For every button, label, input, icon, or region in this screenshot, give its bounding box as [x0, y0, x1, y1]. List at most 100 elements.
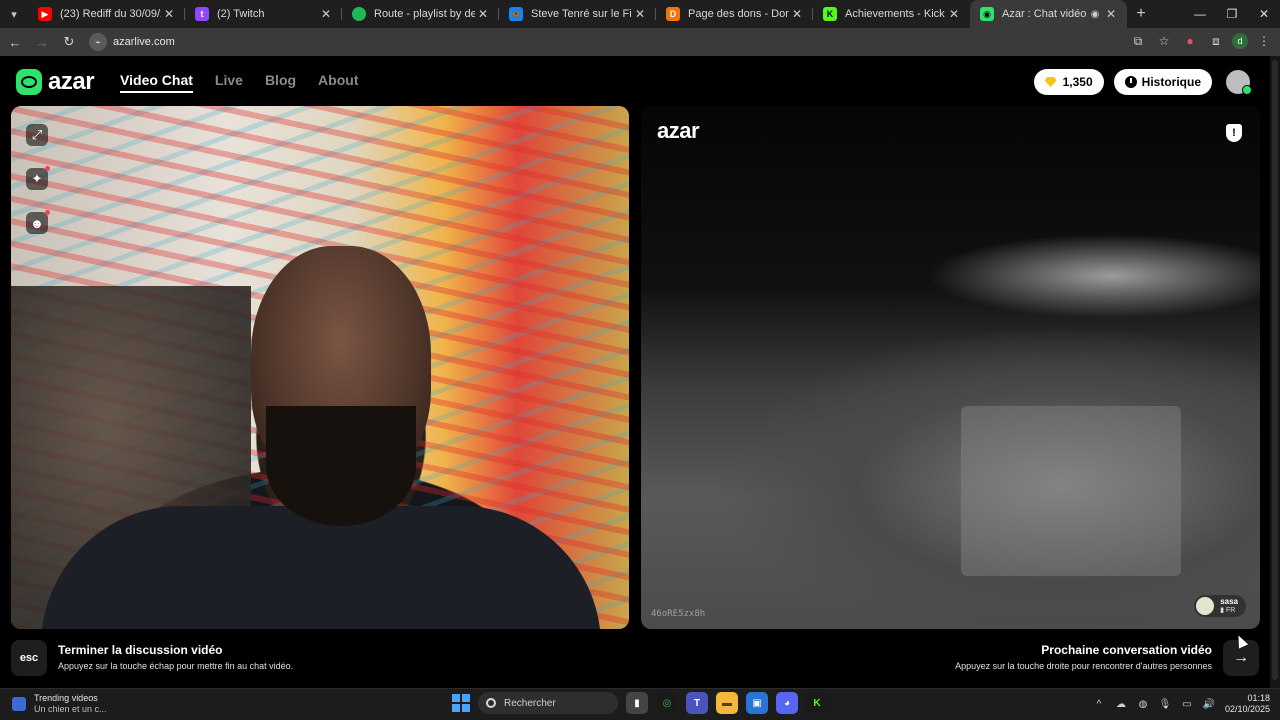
- search-icon: [486, 698, 496, 708]
- file-explorer-icon[interactable]: ▬: [716, 692, 738, 714]
- next-chat-subtitle: Appuyez sur la touche droite pour rencon…: [955, 661, 1212, 671]
- youtube-icon: ▶: [38, 7, 52, 21]
- tab-azar[interactable]: ◉ Azar : Chat vidéo avec de n ◉ ✕: [970, 0, 1127, 28]
- history-button[interactable]: Historique: [1113, 69, 1212, 95]
- recording-icon: ◉: [1090, 8, 1100, 20]
- nav-video-chat[interactable]: Video Chat: [120, 72, 193, 93]
- task-view-icon[interactable]: ▮: [626, 692, 648, 714]
- report-shield-icon[interactable]: !: [1226, 124, 1242, 142]
- microphone-icon[interactable]: 🎙: [1159, 698, 1172, 710]
- tab-title: (2) Twitch: [217, 8, 265, 20]
- scrollbar-thumb[interactable]: [1272, 60, 1278, 680]
- tab-donationalerts[interactable]: D Page des dons - DonationAlerts ✕: [656, 0, 813, 28]
- tab-title: Route - playlist by decoy | Spoti: [374, 8, 475, 20]
- tab-youtube[interactable]: ▶ (23) Rediff du 30/09/25 - Un co ✕: [28, 0, 185, 28]
- windows-start-icon[interactable]: [452, 694, 470, 712]
- bluesky-icon: 🦋: [509, 7, 523, 21]
- next-chat-title: Prochaine conversation vidéo: [1041, 643, 1212, 657]
- window-controls: — ❐ ✕: [1184, 0, 1280, 28]
- close-icon[interactable]: ✕: [1103, 7, 1119, 21]
- display-icon[interactable]: ▭: [1181, 698, 1193, 710]
- tab-title: Steve Tenré sur le Figaro: [531, 8, 632, 20]
- extension-icon[interactable]: ●: [1180, 30, 1200, 52]
- url-text: azarlive.com: [113, 36, 175, 48]
- toolbar-actions: ⧉ ☆ ● ⧈ d ⋮: [1128, 30, 1274, 52]
- partner-id: 46oRE5zx8h: [651, 609, 706, 619]
- azar-icon: ◉: [980, 7, 994, 21]
- close-icon[interactable]: ✕: [946, 7, 962, 21]
- spotify-icon: [352, 7, 366, 21]
- gem-count: 1,350: [1062, 75, 1093, 89]
- user-avatar[interactable]: [1226, 70, 1252, 95]
- reload-icon[interactable]: ↻: [57, 30, 81, 54]
- back-icon[interactable]: ←: [3, 30, 27, 54]
- close-icon[interactable]: ✕: [318, 7, 334, 21]
- teams-icon[interactable]: T: [686, 692, 708, 714]
- tab-spotify[interactable]: Route - playlist by decoy | Spoti ✕: [342, 0, 499, 28]
- taskbar-search[interactable]: Rechercher: [478, 692, 618, 714]
- discord-icon[interactable]: ◕: [776, 692, 798, 714]
- partner-name: sasa: [1220, 597, 1238, 606]
- new-tab-button[interactable]: +: [1127, 5, 1155, 23]
- partner-scene: [961, 406, 1181, 576]
- swap-camera-icon[interactable]: ⤢: [26, 124, 48, 146]
- tab-search-icon[interactable]: ▾: [4, 4, 24, 24]
- nav-live[interactable]: Live: [215, 72, 243, 93]
- clock-icon: [1124, 76, 1137, 88]
- network-icon[interactable]: ◍: [1137, 698, 1149, 710]
- partner-video: azar ! 46oRE5zx8h sasa ▮ FR: [641, 106, 1260, 629]
- taskbar-clock[interactable]: 01:18 02/10/2025: [1225, 693, 1270, 715]
- trending-subtitle: Un chien et un c...: [34, 704, 107, 714]
- site-info-icon[interactable]: ⌁: [89, 33, 107, 51]
- person-beard: [266, 406, 416, 526]
- sticker-face-icon[interactable]: ☻: [26, 210, 50, 234]
- close-window-icon[interactable]: ✕: [1248, 0, 1280, 28]
- partner-meta: sasa ▮ FR: [1220, 597, 1238, 615]
- extensions-puzzle-icon[interactable]: ⧈: [1206, 30, 1226, 52]
- azar-watermark: azar: [657, 118, 700, 143]
- volume-icon[interactable]: 🔊: [1203, 698, 1215, 710]
- bookmark-star-icon[interactable]: ☆: [1154, 30, 1174, 52]
- trending-widget[interactable]: Trending videos Un chien et un c...: [12, 693, 107, 715]
- search-placeholder: Rechercher: [504, 697, 556, 709]
- video-tools: ⤢ ✦ ☻: [26, 124, 50, 234]
- tab-bluesky[interactable]: 🦋 Steve Tenré sur le Figaro ✕: [499, 0, 656, 28]
- profile-avatar[interactable]: d: [1232, 33, 1248, 49]
- close-icon[interactable]: ✕: [475, 7, 491, 21]
- logo-text: azar: [48, 68, 95, 95]
- close-icon[interactable]: ✕: [161, 7, 177, 21]
- chrome-icon[interactable]: ◎: [656, 692, 678, 714]
- main-nav: Video Chat Live Blog About: [120, 72, 358, 93]
- nav-about[interactable]: About: [318, 72, 358, 93]
- tab-kick[interactable]: K Achievements - Kick Dashboard ✕: [813, 0, 970, 28]
- close-icon[interactable]: ✕: [632, 7, 648, 21]
- video-widget-icon: [12, 697, 26, 711]
- store-icon[interactable]: ▣: [746, 692, 768, 714]
- history-label: Historique: [1141, 75, 1201, 89]
- next-chat-hint: Prochaine conversation vidéo Appuyez sur…: [955, 643, 1212, 671]
- minimize-icon[interactable]: —: [1184, 0, 1216, 28]
- close-icon[interactable]: ✕: [789, 7, 805, 21]
- cast-icon[interactable]: ⧉: [1128, 30, 1148, 52]
- trending-text: Trending videos Un chien et un c...: [34, 693, 107, 715]
- cloud-icon[interactable]: ☁: [1115, 698, 1127, 710]
- forward-icon[interactable]: →: [30, 30, 54, 54]
- chevron-up-icon[interactable]: ^: [1093, 698, 1105, 710]
- azar-page: azar Video Chat Live Blog About 1,350 Hi…: [0, 56, 1270, 688]
- tab-twitch[interactable]: t (2) Twitch ✕: [185, 0, 342, 28]
- azar-logo[interactable]: azar: [16, 68, 95, 96]
- partner-profile-chip[interactable]: sasa ▮ FR: [1194, 595, 1246, 617]
- restore-icon[interactable]: ❐: [1216, 0, 1248, 28]
- nav-blog[interactable]: Blog: [265, 72, 296, 93]
- tab-title: Achievements - Kick Dashboard: [845, 8, 946, 20]
- gem-icon: [1044, 77, 1057, 87]
- partner-avatar: [1196, 597, 1215, 615]
- page-scrollbar[interactable]: [1270, 56, 1280, 688]
- browser-menu-icon[interactable]: ⋮: [1254, 30, 1274, 52]
- clock-time: 01:18: [1247, 693, 1270, 703]
- effects-sparkle-icon[interactable]: ✦: [26, 166, 50, 190]
- end-chat-button[interactable]: esc: [11, 640, 47, 676]
- address-bar[interactable]: ⌁ azarlive.com: [89, 31, 1109, 53]
- kick-app-icon[interactable]: K: [806, 692, 828, 714]
- gems-button[interactable]: 1,350: [1033, 69, 1104, 95]
